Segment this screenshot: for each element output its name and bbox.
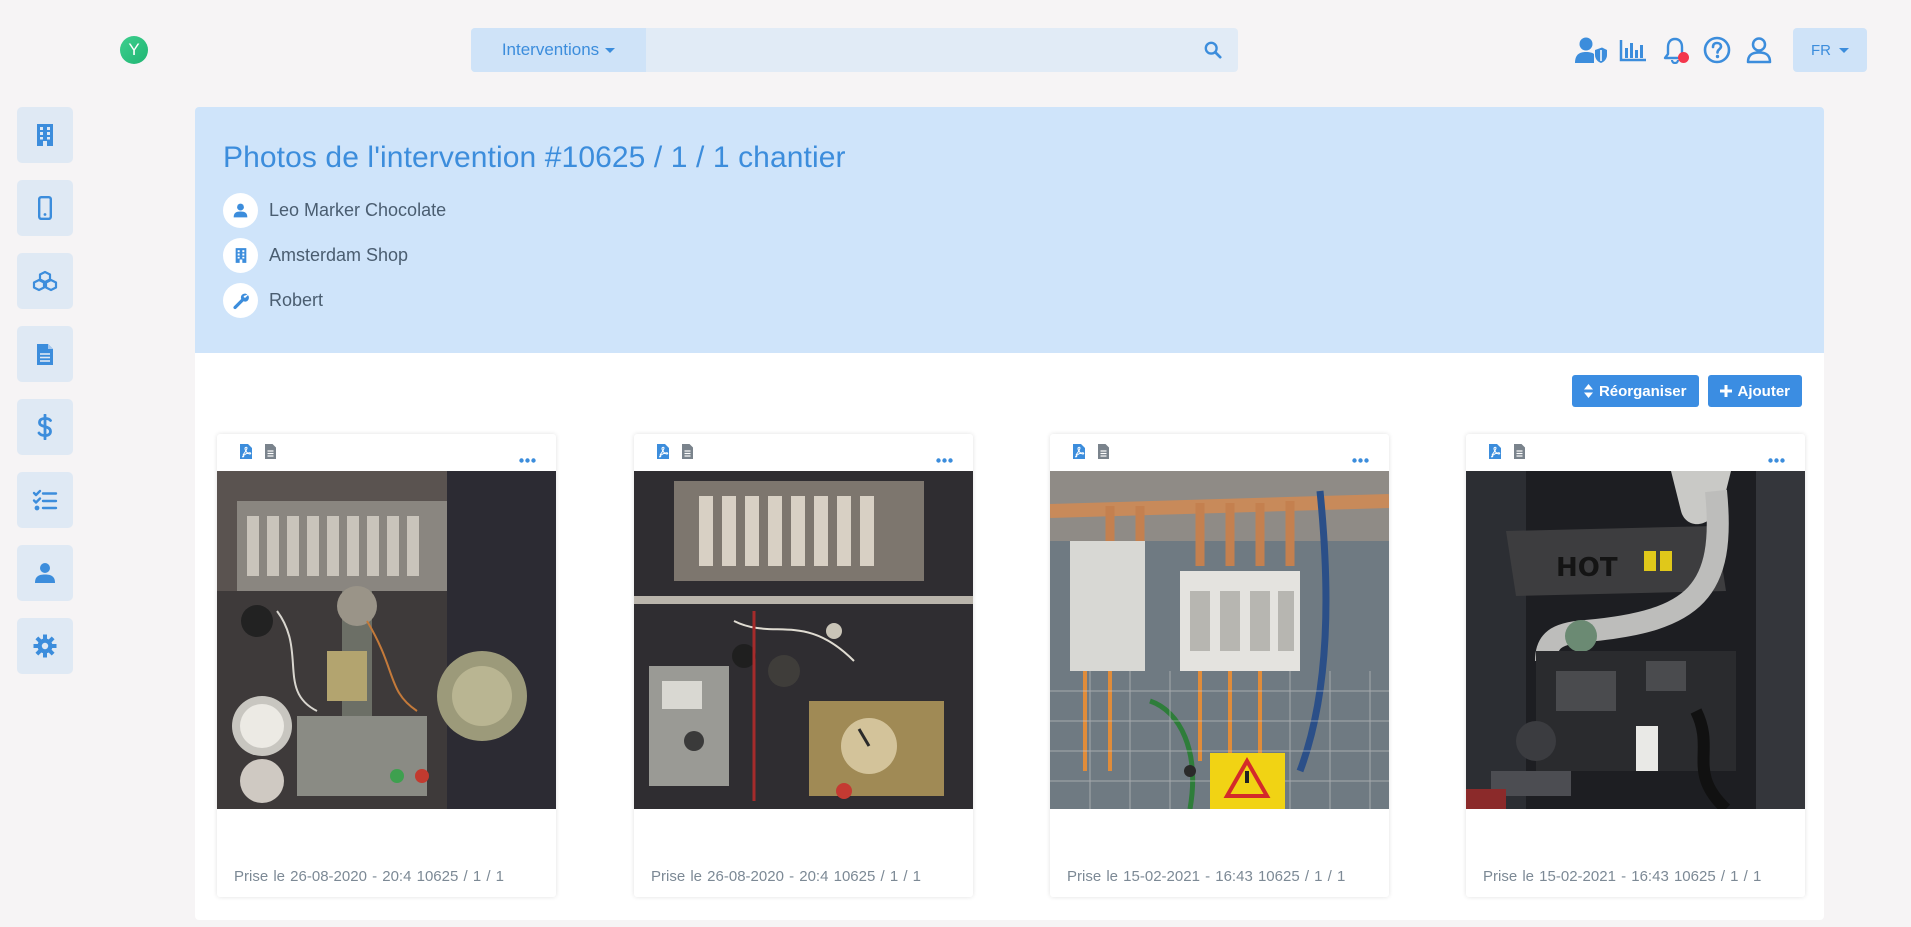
building-icon	[37, 124, 53, 146]
checklist-icon	[32, 489, 58, 511]
reorganize-button[interactable]: Réorganiser	[1571, 375, 1699, 407]
photo-card: Prise le 26-08-2020 - 20:4 10625 / 1 / 1	[634, 434, 973, 897]
photo-gas-valve-assembly[interactable]	[217, 471, 556, 809]
reorganize-label: Réorganiser	[1598, 382, 1687, 400]
wrench-icon	[232, 293, 249, 309]
more-options-icon[interactable]	[519, 450, 536, 468]
user-shield-icon	[1575, 37, 1607, 63]
technician-name: Robert	[269, 290, 324, 310]
photo-electrical-switchboard[interactable]	[1050, 471, 1389, 809]
sidebar-item-documents[interactable]	[17, 326, 73, 382]
site-name: Amsterdam Shop	[269, 245, 409, 265]
more-options-icon[interactable]	[1352, 450, 1369, 468]
sidebar-item-billing[interactable]	[17, 399, 73, 455]
pdf-file-icon[interactable]	[239, 443, 253, 465]
sort-icon	[1583, 384, 1593, 398]
search-scope-dropdown[interactable]: Interventions	[471, 28, 646, 72]
technician-row: Robert	[223, 283, 1796, 318]
profile-icon	[1746, 37, 1772, 64]
svg-text:HOT: HOT	[1556, 553, 1618, 583]
plus-icon	[1719, 385, 1732, 397]
photo-caption: Prise le 15-02-2021 - 16:43 10625 / 1 / …	[1483, 868, 1762, 885]
text-file-icon[interactable]	[264, 443, 277, 465]
photo-toolbar	[634, 434, 973, 471]
page-title: Photos de l'intervention #10625 / 1 / 1 …	[223, 141, 846, 174]
search-input[interactable]	[646, 28, 1188, 72]
pdf-file-icon[interactable]	[1072, 443, 1086, 465]
sidebar-item-buildings[interactable]	[17, 107, 73, 163]
pdf-file-icon[interactable]	[656, 443, 670, 465]
search-bar: Interventions	[471, 28, 1238, 72]
caret-down-icon	[1839, 47, 1849, 53]
client-name: Leo Marker Chocolate	[269, 200, 447, 220]
more-options-icon[interactable]	[1768, 450, 1785, 468]
intervention-header: Photos de l'intervention #10625 / 1 / 1 …	[195, 107, 1824, 353]
sidebar-item-devices[interactable]	[17, 180, 73, 236]
sidebar-item-products[interactable]	[17, 253, 73, 309]
client-row: Leo Marker Chocolate	[223, 193, 1796, 228]
app-logo-letter: Y	[128, 40, 140, 59]
text-file-icon[interactable]	[1513, 443, 1526, 465]
photo-generator-engine[interactable]: HOT	[1466, 471, 1805, 809]
help-icon	[1703, 36, 1731, 64]
sidebar-item-users[interactable]	[17, 545, 73, 601]
photo-card: Prise le 15-02-2021 - 16:43 10625 / 1 / …	[1050, 434, 1389, 897]
mobile-icon	[38, 196, 52, 220]
user-shield-button[interactable]	[1570, 30, 1612, 70]
client-icon-badge	[223, 193, 258, 228]
photo-card: Prise le 26-08-2020 - 20:4 10625 / 1 / 1	[217, 434, 556, 897]
photo-boiler-control-panel[interactable]	[634, 471, 973, 809]
caret-down-icon	[605, 47, 616, 53]
photo-toolbar	[1050, 434, 1389, 471]
document-icon	[37, 343, 53, 365]
add-photo-button[interactable]: Ajouter	[1707, 375, 1802, 407]
photo-caption: Prise le 15-02-2021 - 16:43 10625 / 1 / …	[1067, 868, 1346, 885]
notifications-button[interactable]	[1654, 30, 1696, 70]
sidebar-item-tasks[interactable]	[17, 472, 73, 528]
photo-card: HOT Prise le 15-02-2021 - 16:43 10625 / …	[1466, 434, 1805, 897]
gear-icon	[33, 634, 57, 658]
profile-button[interactable]	[1738, 30, 1780, 70]
user-icon	[35, 563, 55, 583]
sidebar-item-settings[interactable]	[17, 618, 73, 674]
photo-actions: Réorganiser Ajouter	[1571, 375, 1802, 407]
user-icon	[233, 203, 248, 218]
text-file-icon[interactable]	[1097, 443, 1110, 465]
text-file-icon[interactable]	[681, 443, 694, 465]
more-options-icon[interactable]	[936, 450, 953, 468]
notification-badge	[1678, 52, 1689, 63]
photo-toolbar	[217, 434, 556, 471]
site-row: Amsterdam Shop	[223, 238, 1796, 273]
language-label: FR	[1811, 41, 1831, 59]
add-photo-label: Ajouter	[1737, 382, 1791, 400]
photo-caption: Prise le 26-08-2020 - 20:4 10625 / 1 / 1	[651, 868, 922, 885]
photo-caption: Prise le 26-08-2020 - 20:4 10625 / 1 / 1	[234, 868, 505, 885]
language-dropdown[interactable]: FR	[1793, 28, 1867, 72]
search-icon	[1204, 41, 1222, 59]
search-button[interactable]	[1188, 28, 1238, 72]
building-icon	[235, 248, 246, 263]
photo-toolbar	[1466, 434, 1805, 471]
technician-icon-badge	[223, 283, 258, 318]
dollar-icon	[37, 414, 52, 440]
pdf-file-icon[interactable]	[1488, 443, 1502, 465]
statistics-button[interactable]	[1612, 30, 1654, 70]
top-nav-icons	[1570, 30, 1780, 70]
site-icon-badge	[223, 238, 258, 273]
intervention-photos-card: Photos de l'intervention #10625 / 1 / 1 …	[195, 107, 1824, 920]
cubes-icon	[32, 270, 58, 292]
chart-icon	[1619, 40, 1646, 62]
sidebar	[17, 107, 73, 691]
app-logo[interactable]: Y	[120, 36, 148, 64]
help-button[interactable]	[1696, 30, 1738, 70]
search-scope-label: Interventions	[501, 40, 600, 59]
